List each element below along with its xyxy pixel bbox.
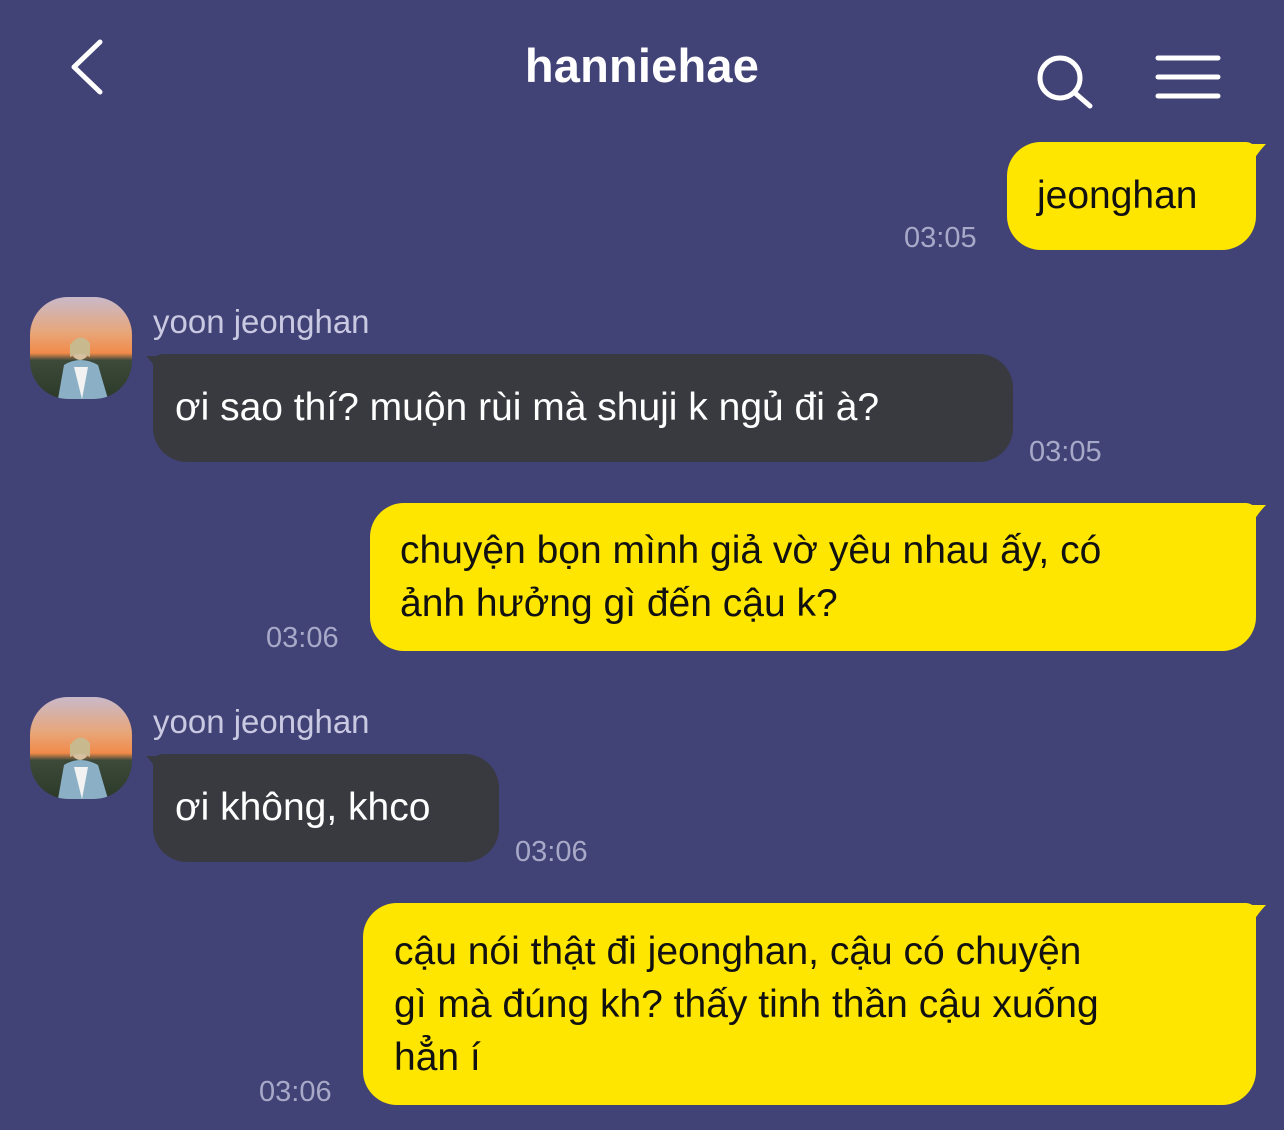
message-text: jeonghan [1037,174,1198,217]
outgoing-message-bubble[interactable]: cậu nói thật đi jeonghan, cậu có chuyện … [363,903,1256,1105]
message-timestamp: 03:06 [266,622,339,654]
search-button[interactable] [1030,48,1100,118]
message-text-line: cậu nói thật đi jeonghan, cậu có chuyện [394,930,1082,973]
message-timestamp: 03:05 [904,222,977,254]
message-text: ơi sao thí? muộn rùi mà shuji k ngủ đi à… [175,386,880,429]
message-timestamp: 03:06 [515,836,588,868]
menu-button[interactable] [1150,48,1230,108]
search-icon [1037,55,1093,109]
chat-header: hanniehae [0,0,1284,130]
message-timestamp: 03:05 [1029,436,1102,468]
avatar-photo [30,697,132,799]
avatar[interactable] [30,297,132,399]
message-text-line: hẳn í [394,1036,481,1079]
hamburger-menu-icon [1155,55,1221,99]
incoming-message-bubble[interactable]: ơi không, khco [153,754,499,862]
avatar-photo [30,297,132,399]
message-text-line: ảnh hưởng gì đến cậu k? [400,582,838,625]
sender-name: yoon jeonghan [153,303,370,340]
outgoing-message-bubble[interactable]: chuyện bọn mình giả vờ yêu nhau ấy, có ả… [370,503,1256,651]
message-text-line: gì mà đúng kh? thấy tinh thần cậu xuống [394,983,1099,1026]
message-text-line: chuyện bọn mình giả vờ yêu nhau ấy, có [400,529,1102,572]
outgoing-message-bubble[interactable]: jeonghan [1007,142,1256,250]
incoming-message-bubble[interactable]: ơi sao thí? muộn rùi mà shuji k ngủ đi à… [153,354,1013,462]
sender-name: yoon jeonghan [153,703,370,740]
message-timestamp: 03:06 [259,1076,332,1108]
message-text: ơi không, khco [175,786,431,829]
avatar[interactable] [30,697,132,799]
